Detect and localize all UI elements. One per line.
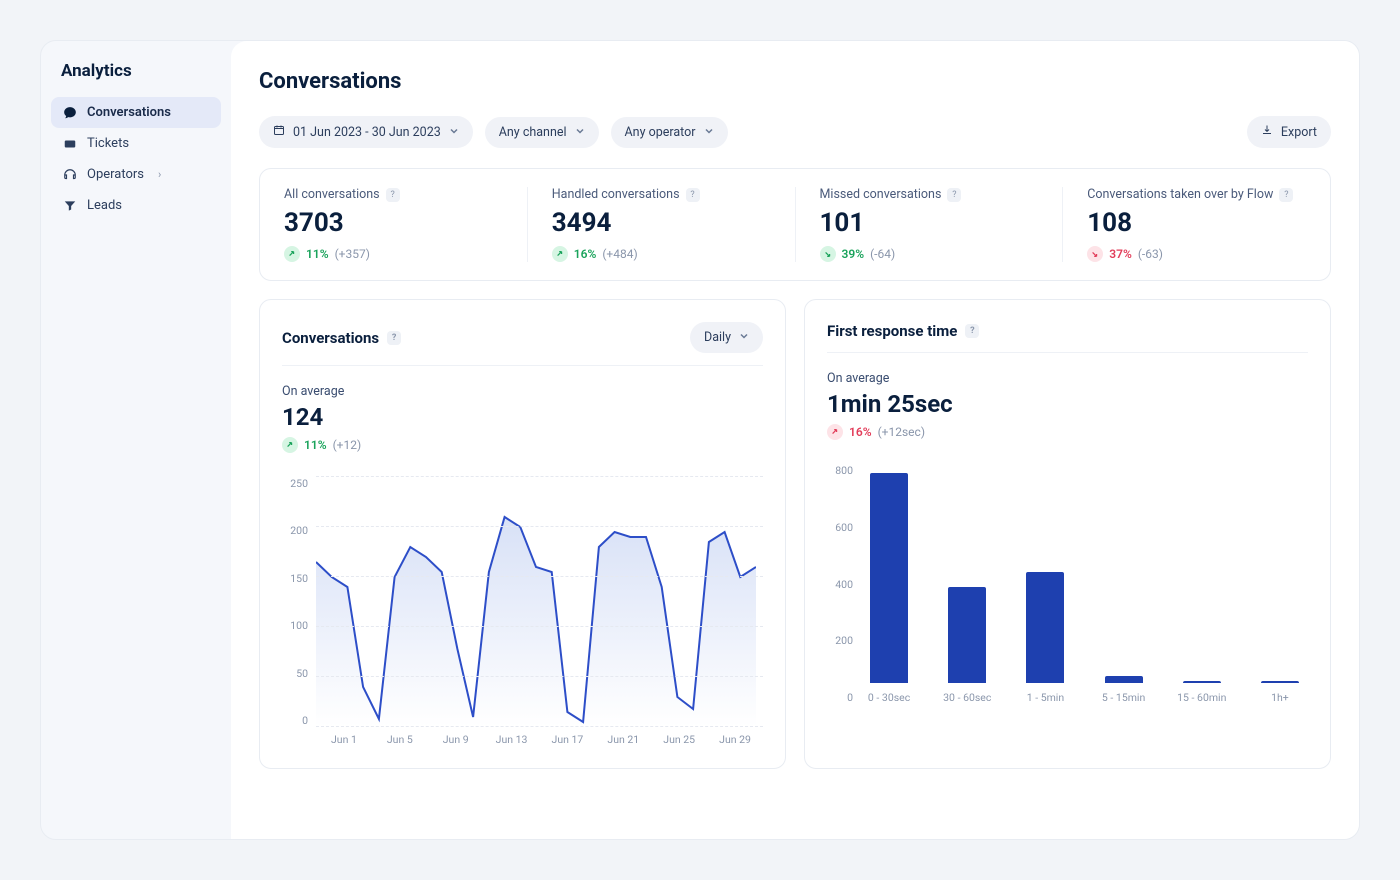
stat-value: 108 xyxy=(1087,208,1306,238)
calendar-icon xyxy=(273,124,285,140)
delta-pct: 16% xyxy=(849,425,872,439)
chevron-down-icon xyxy=(739,330,749,345)
sidebar-title: Analytics xyxy=(51,61,221,97)
channel-filter[interactable]: Any channel xyxy=(485,117,599,148)
stat-value: 101 xyxy=(820,208,1039,238)
granularity-label: Daily xyxy=(704,330,731,345)
page-title: Conversations xyxy=(259,69,1331,94)
sidebar-item-label: Leads xyxy=(87,198,122,213)
sidebar-item-operators[interactable]: Operators › xyxy=(51,159,221,190)
response-time-chart-card: First response time? On average 1min 25s… xyxy=(804,299,1331,769)
app-shell: Analytics Conversations Tickets Operator… xyxy=(40,40,1360,840)
y-axis: 250200150100500 xyxy=(282,477,314,727)
funnel-icon xyxy=(63,199,77,213)
avg-label: On average xyxy=(282,384,763,399)
trend-up-icon xyxy=(282,437,298,453)
trend-down-icon xyxy=(820,246,836,262)
x-axis: Jun 1Jun 5Jun 9Jun 13Jun 17Jun 21Jun 25J… xyxy=(316,733,763,746)
date-range-filter[interactable]: 01 Jun 2023 - 30 Jun 2023 xyxy=(259,116,473,148)
delta-pct: 16% xyxy=(574,247,597,261)
date-range-label: 01 Jun 2023 - 30 Jun 2023 xyxy=(293,125,441,140)
sidebar-item-tickets[interactable]: Tickets xyxy=(51,128,221,159)
chevron-right-icon: › xyxy=(158,168,161,181)
sidebar-item-label: Operators xyxy=(87,167,144,182)
delta-abs: (-64) xyxy=(870,247,895,261)
bar-chart-area: 8006004002000 0 - 30sec30 - 60sec1 - 5mi… xyxy=(827,464,1308,704)
chevron-down-icon xyxy=(704,125,714,140)
stat-label: Missed conversations xyxy=(820,187,942,202)
chevron-down-icon xyxy=(575,125,585,140)
delta-abs: (+12sec) xyxy=(878,425,925,439)
granularity-select[interactable]: Daily xyxy=(690,322,763,353)
export-label: Export xyxy=(1281,125,1317,140)
chart-title: First response time xyxy=(827,322,957,340)
sidebar: Analytics Conversations Tickets Operator… xyxy=(41,41,231,839)
help-icon[interactable]: ? xyxy=(686,188,700,202)
conversations-chart-card: Conversations? Daily On average 124 11% … xyxy=(259,299,786,769)
trend-up-icon xyxy=(284,246,300,262)
delta-abs: (-63) xyxy=(1138,247,1163,261)
ticket-icon xyxy=(63,137,77,151)
operator-filter[interactable]: Any operator xyxy=(611,117,728,148)
help-icon[interactable]: ? xyxy=(965,324,979,338)
operator-label: Any operator xyxy=(625,125,696,140)
sidebar-item-conversations[interactable]: Conversations xyxy=(51,97,221,128)
help-icon[interactable]: ? xyxy=(947,188,961,202)
delta-pct: 39% xyxy=(842,247,865,261)
delta-abs: (+12) xyxy=(333,438,362,452)
download-icon xyxy=(1261,124,1273,140)
stat-value: 3703 xyxy=(284,208,503,238)
delta-abs: (+357) xyxy=(335,247,370,261)
delta-abs: (+484) xyxy=(602,247,637,261)
divider xyxy=(282,365,763,366)
operators-icon xyxy=(63,168,77,182)
stat-all-conversations: All conversations? 3703 11% (+357) xyxy=(260,187,528,262)
trend-down-icon xyxy=(1087,246,1103,262)
stat-label: Handled conversations xyxy=(552,187,680,202)
trend-up-icon xyxy=(827,424,843,440)
bar-plot: 0 - 30sec30 - 60sec1 - 5min5 - 15min15 -… xyxy=(861,464,1308,704)
line-chart-area: 250200150100500 Jun 1Jun 5Jun 9Jun 13Jun… xyxy=(282,477,763,746)
avg-label: On average xyxy=(827,371,1308,386)
avg-value: 1min 25sec xyxy=(827,390,1308,418)
delta-pct: 37% xyxy=(1109,247,1132,261)
trend-up-icon xyxy=(552,246,568,262)
sidebar-item-label: Conversations xyxy=(87,105,171,120)
chart-title: Conversations xyxy=(282,329,379,347)
channel-label: Any channel xyxy=(499,125,567,140)
divider xyxy=(827,352,1308,353)
main-content: Conversations 01 Jun 2023 - 30 Jun 2023 … xyxy=(231,41,1359,839)
stat-label: All conversations xyxy=(284,187,380,202)
sidebar-item-label: Tickets xyxy=(87,136,129,151)
stat-handled-conversations: Handled conversations? 3494 16% (+484) xyxy=(528,187,796,262)
stat-label: Conversations taken over by Flow xyxy=(1087,187,1273,202)
chevron-down-icon xyxy=(449,125,459,140)
line-plot xyxy=(316,477,763,727)
sidebar-item-leads[interactable]: Leads xyxy=(51,190,221,221)
avg-value: 124 xyxy=(282,403,763,431)
chat-icon xyxy=(63,106,77,120)
delta-pct: 11% xyxy=(304,438,327,452)
stat-value: 3494 xyxy=(552,208,771,238)
filters-row: 01 Jun 2023 - 30 Jun 2023 Any channel An… xyxy=(259,116,1331,148)
y-axis: 8006004002000 xyxy=(827,464,859,704)
stat-missed-conversations: Missed conversations? 101 39% (-64) xyxy=(796,187,1064,262)
export-button[interactable]: Export xyxy=(1247,116,1331,148)
charts-row: Conversations? Daily On average 124 11% … xyxy=(259,299,1331,769)
help-icon[interactable]: ? xyxy=(386,188,400,202)
help-icon[interactable]: ? xyxy=(1279,188,1293,202)
stat-flow-conversations: Conversations taken over by Flow? 108 37… xyxy=(1063,187,1330,262)
help-icon[interactable]: ? xyxy=(387,331,401,345)
stats-card: All conversations? 3703 11% (+357) Handl… xyxy=(259,168,1331,281)
delta-pct: 11% xyxy=(306,247,329,261)
